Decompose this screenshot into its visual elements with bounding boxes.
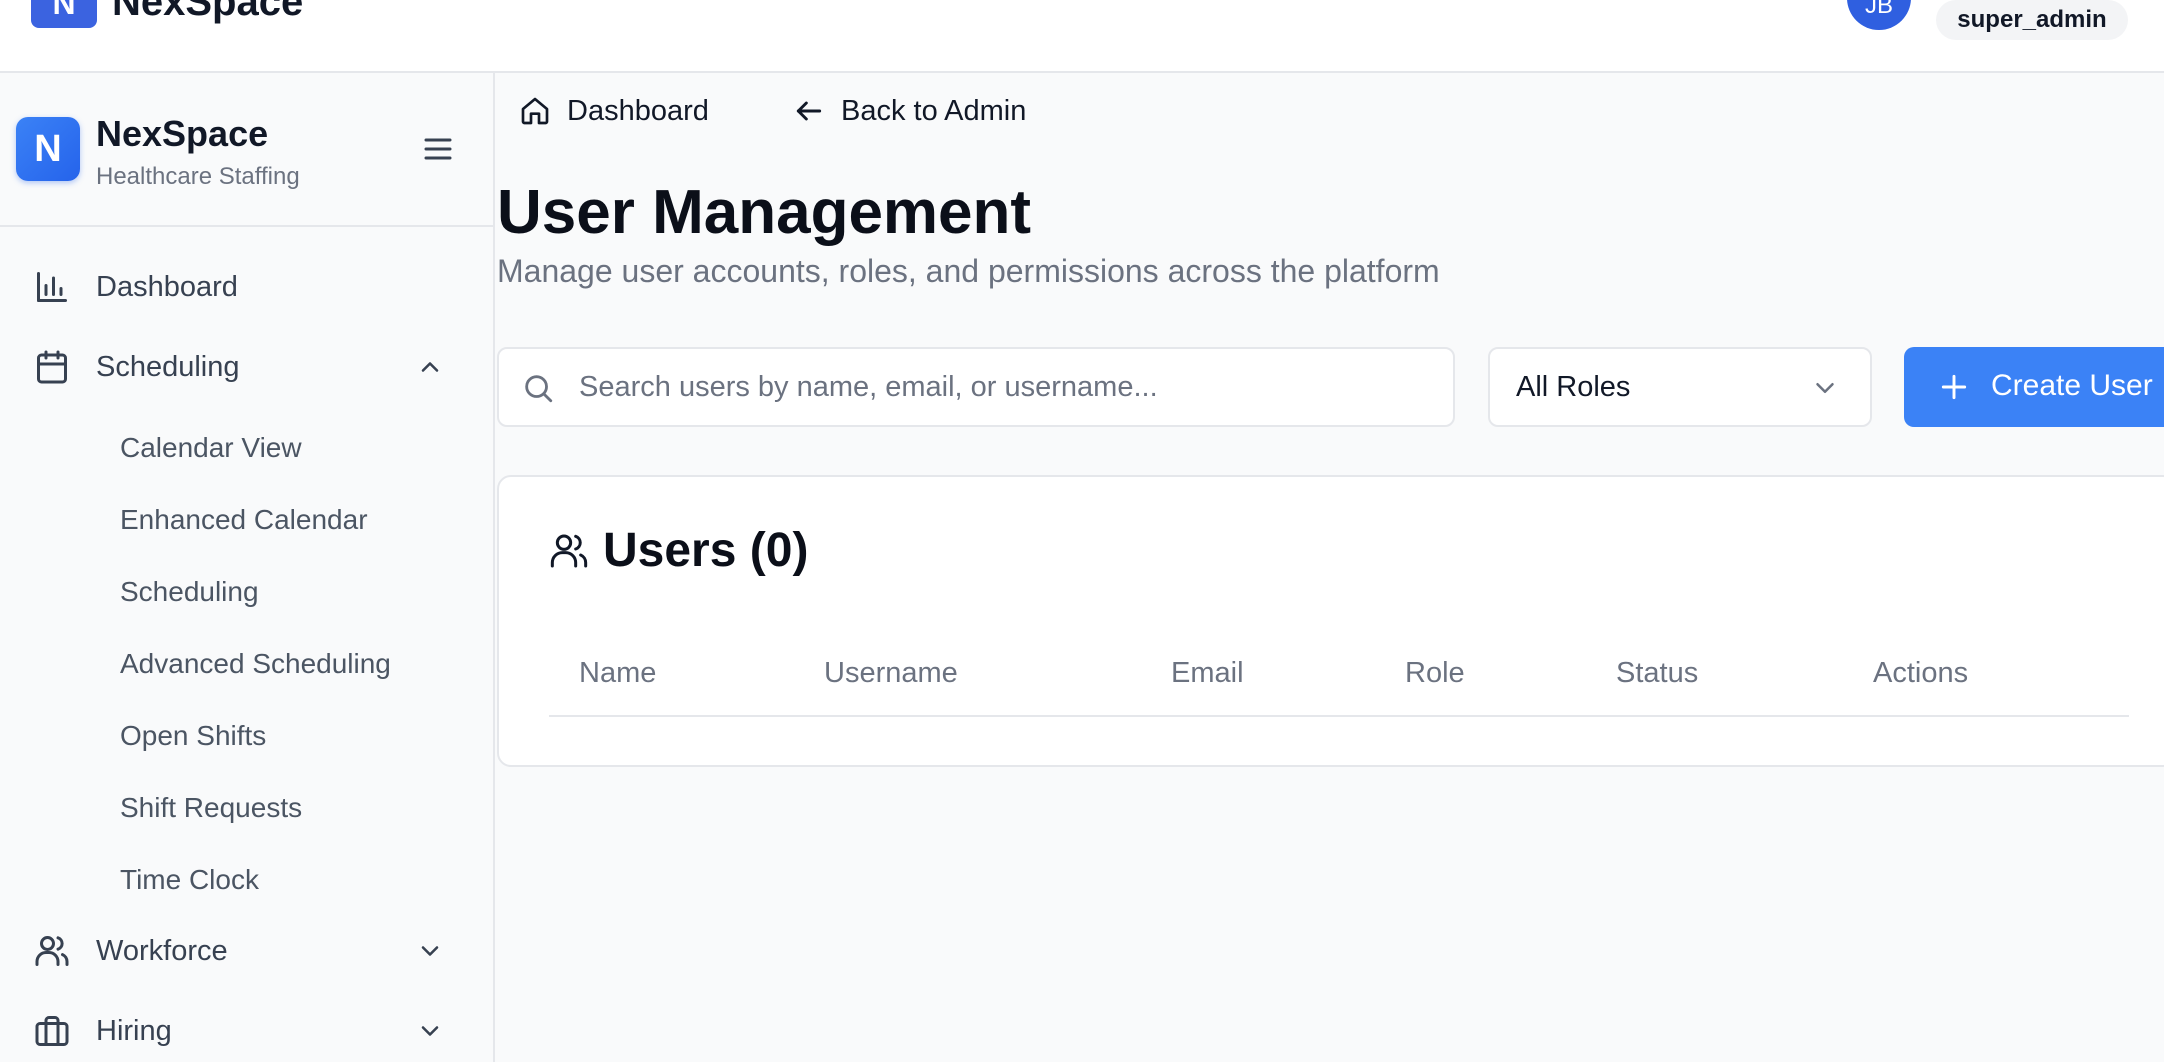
sidebar-subtitle: Healthcare Staffing xyxy=(96,163,300,190)
sidebar-header: N NexSpace Healthcare Staffing xyxy=(0,73,493,227)
breadcrumb-dashboard-link[interactable]: Dashboard xyxy=(519,91,709,131)
role-filter-select[interactable]: All Roles xyxy=(1488,347,1872,427)
chevron-down-icon[interactable] xyxy=(416,1017,444,1045)
sidebar-subitem-calendar-view[interactable]: Calendar View xyxy=(120,432,302,464)
search-box xyxy=(497,347,1455,427)
plus-icon xyxy=(1941,374,1967,400)
role-filter-value: All Roles xyxy=(1516,371,1631,403)
user-avatar[interactable]: JB xyxy=(1847,0,1911,30)
briefcase-icon xyxy=(35,1016,69,1046)
users-card: Users (0) Name Username Email Role Statu… xyxy=(497,475,2164,767)
sidebar: N NexSpace Healthcare Staffing Dashboard… xyxy=(0,73,495,1062)
column-header-username: Username xyxy=(824,657,958,689)
top-brand-name: NexSpace xyxy=(112,0,304,24)
sidebar-item-workforce[interactable]: Workforce xyxy=(0,921,493,981)
users-card-title: Users (0) xyxy=(603,524,809,577)
sidebar-item-dashboard[interactable]: Dashboard xyxy=(0,257,493,317)
top-bar: N NexSpace JB super_admin xyxy=(0,0,2164,73)
column-header-status: Status xyxy=(1616,657,1699,689)
sidebar-subitem-open-shifts[interactable]: Open Shifts xyxy=(120,720,266,752)
breadcrumb-dashboard-label: Dashboard xyxy=(567,94,709,127)
column-header-name: Name xyxy=(579,657,657,689)
sidebar-logo: N xyxy=(16,117,80,181)
sidebar-subitem-enhanced-calendar[interactable]: Enhanced Calendar xyxy=(120,504,368,536)
sidebar-item-scheduling[interactable]: Scheduling xyxy=(0,337,493,397)
sidebar-item-hiring[interactable]: Hiring xyxy=(0,1001,493,1061)
sidebar-item-label: Scheduling xyxy=(96,350,240,383)
create-user-label: Create User xyxy=(1991,369,2153,402)
users-icon xyxy=(35,936,69,966)
search-input[interactable] xyxy=(579,363,1439,411)
create-user-button[interactable]: Create User xyxy=(1904,347,2164,427)
sidebar-subitem-scheduling[interactable]: Scheduling xyxy=(120,576,259,608)
back-to-admin-link[interactable]: Back to Admin xyxy=(793,91,1026,131)
chevron-up-icon[interactable] xyxy=(416,353,444,381)
column-header-role: Role xyxy=(1405,657,1465,689)
back-to-admin-label: Back to Admin xyxy=(841,94,1027,127)
role-badge: super_admin xyxy=(1936,0,2128,40)
column-header-email: Email xyxy=(1171,657,1244,689)
home-icon xyxy=(521,97,549,125)
bar-chart-icon xyxy=(37,272,67,302)
hamburger-menu-icon[interactable] xyxy=(420,131,456,167)
sidebar-subitem-advanced-scheduling[interactable]: Advanced Scheduling xyxy=(120,648,391,680)
sidebar-subitem-shift-requests[interactable]: Shift Requests xyxy=(120,792,302,824)
page-subtitle: Manage user accounts, roles, and permiss… xyxy=(497,253,1440,289)
main-content: Dashboard Back to Admin User Management … xyxy=(497,75,2164,1062)
sidebar-item-label: Dashboard xyxy=(96,270,238,303)
column-header-actions: Actions xyxy=(1873,657,1969,689)
table-header-divider xyxy=(549,715,2129,717)
chevron-down-icon xyxy=(1816,383,1834,393)
sidebar-item-label: Workforce xyxy=(96,934,228,967)
sidebar-title: NexSpace xyxy=(96,113,269,154)
search-icon xyxy=(525,375,553,403)
sidebar-subitem-time-clock[interactable]: Time Clock xyxy=(120,864,259,896)
calendar-icon xyxy=(37,350,67,384)
chevron-down-icon[interactable] xyxy=(416,937,444,965)
sidebar-item-label: Hiring xyxy=(96,1014,172,1047)
page-title: User Management xyxy=(497,178,1032,247)
users-icon xyxy=(550,534,588,568)
top-logo[interactable]: N xyxy=(31,0,97,28)
arrow-left-icon xyxy=(796,101,822,121)
